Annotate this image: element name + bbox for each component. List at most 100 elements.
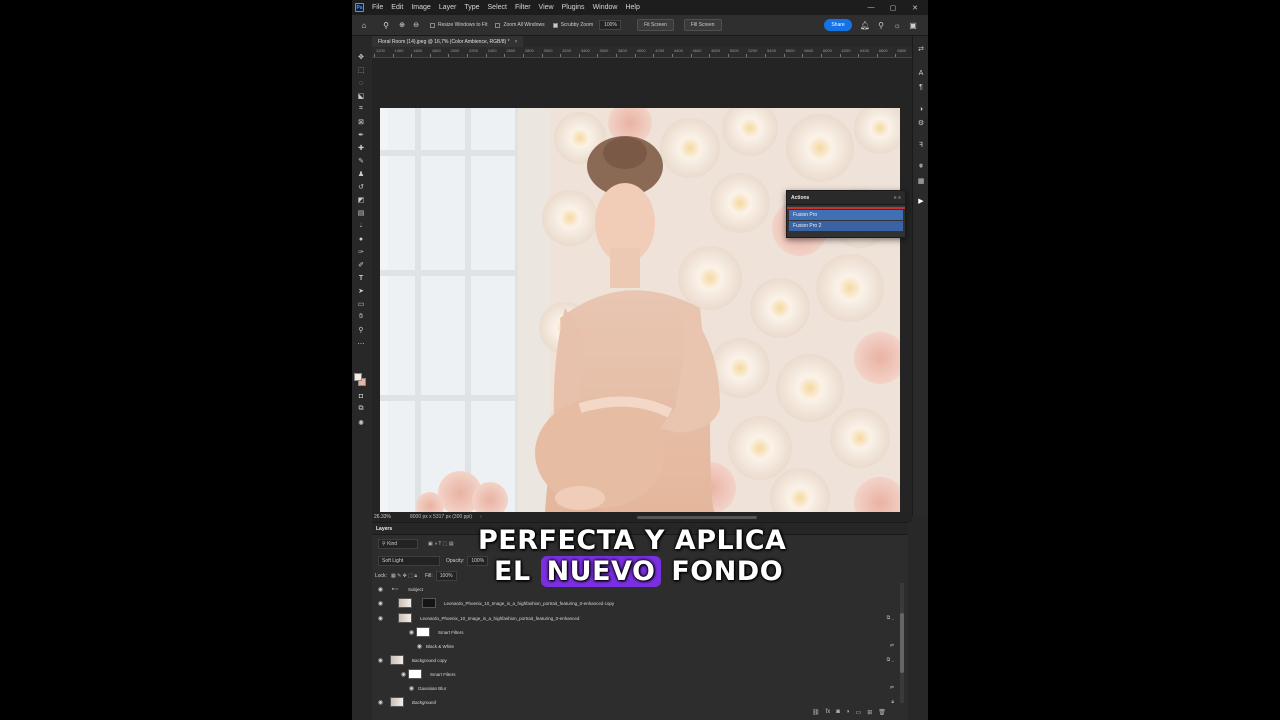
visibility-eye-icon[interactable]: ◉ xyxy=(416,643,423,650)
visibility-eye-icon[interactable]: ◉ xyxy=(377,615,384,622)
zoom-percent-field[interactable]: 100% xyxy=(599,20,622,30)
menu-layer[interactable]: Layer xyxy=(435,4,461,11)
healing-brush-tool-icon[interactable]: ✚ xyxy=(356,143,366,153)
opacity-field[interactable]: 100% xyxy=(467,556,489,566)
filter-options-icon[interactable]: ⇌ xyxy=(890,643,894,649)
crop-tool-icon[interactable]: ⌗ xyxy=(356,104,366,114)
home-icon[interactable]: ⌂ xyxy=(358,19,370,31)
eyedropper-tool-icon[interactable]: ✒ xyxy=(356,130,366,140)
actions-panel-header[interactable]: Actions » ≡ xyxy=(787,191,905,205)
visibility-eye-icon[interactable]: ◉ xyxy=(377,600,384,607)
zoom-tool-icon[interactable]: ⚲ xyxy=(380,19,392,31)
share-button[interactable]: Share xyxy=(824,19,852,31)
adjustment-layer-icon[interactable]: ◑ xyxy=(846,709,850,716)
document-image[interactable] xyxy=(380,108,900,512)
path-selection-tool-icon[interactable]: ➤ xyxy=(356,286,366,296)
blur-tool-icon[interactable]: 💧︎ xyxy=(356,221,366,231)
visibility-eye-icon[interactable]: ◉ xyxy=(377,657,384,664)
close-tab-icon[interactable]: × xyxy=(515,39,518,45)
menu-select[interactable]: Select xyxy=(484,4,511,11)
close-window-icon[interactable]: ✕ xyxy=(904,0,926,15)
zoom-all-checkbox[interactable]: Zoom All Windows xyxy=(495,22,545,28)
layer-row[interactable]: ◉ ▸▭ Subject xyxy=(372,582,900,596)
visibility-eye-icon[interactable]: ◉ xyxy=(408,685,415,692)
smart-filters-row[interactable]: ◉ Smart Filters xyxy=(372,667,900,681)
kind-filter-select[interactable]: ⚲ Kind xyxy=(378,539,418,549)
fx-icon[interactable]: fx xyxy=(826,709,831,716)
search-icon[interactable]: ⚲ xyxy=(876,20,886,30)
eraser-tool-icon[interactable]: ◩ xyxy=(356,195,366,205)
menu-filter[interactable]: Filter xyxy=(511,4,535,11)
layer-mask-thumbnail[interactable] xyxy=(422,598,436,608)
panel-toggle-icon[interactable]: ⇄ xyxy=(916,44,926,54)
new-layer-icon[interactable]: ⊞ xyxy=(867,709,872,716)
rectangle-tool-icon[interactable]: ▭ xyxy=(356,299,366,309)
layer-row[interactable]: ◉ Background 🔒︎ xyxy=(372,695,900,709)
quick-mask-icon[interactable]: ◘ xyxy=(356,391,366,401)
smart-filters-row[interactable]: ◉ Smart Filters xyxy=(372,625,900,639)
layer-row[interactable]: ◉ Leonardo_Phoenix_10_Image_is_a_highfas… xyxy=(372,596,900,610)
scrubby-zoom-checkbox[interactable]: Scrubby Zoom xyxy=(552,22,593,28)
frame-tool-icon[interactable]: ⊠ xyxy=(356,117,366,127)
menu-file[interactable]: File xyxy=(368,4,387,11)
scrollbar-thumb[interactable] xyxy=(900,613,904,673)
properties-panel-icon[interactable]: ⚙ xyxy=(916,118,926,128)
menu-help[interactable]: Help xyxy=(621,4,643,11)
menu-window[interactable]: Window xyxy=(589,4,622,11)
zoom-in-icon[interactable]: ⊕ xyxy=(396,19,408,31)
delete-layer-icon[interactable]: 🗑︎ xyxy=(878,709,886,716)
visibility-eye-icon[interactable]: ◉ xyxy=(377,699,384,706)
more-tools-icon[interactable]: ⋯ xyxy=(356,339,366,349)
discover-lightbulb-icon[interactable]: ☼ xyxy=(892,20,902,30)
filter-type-icons[interactable]: ▣ ◑ T ⬚ ▤ xyxy=(428,541,454,547)
add-mask-icon[interactable]: ◙ xyxy=(836,709,840,716)
actions-play-icon[interactable]: ▶ xyxy=(916,196,926,206)
fill-field[interactable]: 100% xyxy=(435,571,457,581)
blend-mode-select[interactable]: Soft Light xyxy=(378,556,440,566)
generative-icon[interactable]: ✺ xyxy=(356,418,366,428)
menu-type[interactable]: Type xyxy=(460,4,483,11)
glyphs-panel-icon[interactable]: ꟻ xyxy=(916,140,926,150)
resize-windows-checkbox[interactable]: Resize Windows to Fit xyxy=(430,22,487,28)
menu-image[interactable]: Image xyxy=(407,4,434,11)
marquee-tool-icon[interactable]: ⬚ xyxy=(356,65,366,75)
foreground-color-swatch[interactable] xyxy=(354,373,362,381)
menu-view[interactable]: View xyxy=(535,4,558,11)
layer-row[interactable]: ◉ Leonardo_Phoenix_10_Image_is_a_highfas… xyxy=(372,611,900,625)
horizontal-scrollbar[interactable] xyxy=(637,516,757,519)
action-item[interactable]: Fusion Pro xyxy=(789,210,903,220)
fill-screen-button[interactable]: Fill Screen xyxy=(683,19,722,31)
zoom-level[interactable]: 26.33% xyxy=(374,514,404,520)
link-layers-icon[interactable]: ⛓ xyxy=(812,709,820,716)
fit-screen-button[interactable]: Fit Screen xyxy=(637,19,674,31)
layers-scrollbar[interactable] xyxy=(900,583,904,703)
document-tab[interactable]: Floral Room (14).jpeg @ 16,7% (Color Amb… xyxy=(372,36,524,47)
clone-stamp-tool-icon[interactable]: ♟ xyxy=(356,169,366,179)
status-more-icon[interactable]: › xyxy=(480,514,482,520)
hand-tool-icon[interactable]: ✋︎ xyxy=(356,312,366,322)
paragraph-panel-icon[interactable]: ¶ xyxy=(916,82,926,92)
lasso-tool-icon[interactable]: ◌ xyxy=(356,78,366,88)
menu-plugins[interactable]: Plugins xyxy=(558,4,589,11)
object-selection-tool-icon[interactable]: ⬕ xyxy=(356,91,366,101)
filter-row[interactable]: ◉ Black & White ⇌ xyxy=(372,639,900,653)
document-info[interactable]: 8000 px x 5317 px (300 ppi) xyxy=(410,514,472,520)
layers-tab[interactable]: Layers xyxy=(372,523,908,535)
brush-tool-icon[interactable]: ✎ xyxy=(356,156,366,166)
action-item[interactable]: Fusion Pro 2 xyxy=(789,221,903,231)
filter-options-icon[interactable]: ⇌ xyxy=(890,685,894,691)
history-brush-tool-icon[interactable]: ↺ xyxy=(356,182,366,192)
maximize-icon[interactable]: ▢ xyxy=(882,0,904,15)
pen-tool-icon[interactable]: ✑ xyxy=(356,247,366,257)
adjustments-panel-icon[interactable]: ◑ xyxy=(916,104,926,114)
character-panel-icon[interactable]: A xyxy=(916,68,926,78)
channels-panel-icon[interactable]: ⩨ xyxy=(916,162,926,172)
panel-menu-icon[interactable]: » ≡ xyxy=(894,195,901,201)
type-tool-icon[interactable]: T xyxy=(356,273,366,283)
visibility-eye-icon[interactable]: ◉ xyxy=(400,671,407,678)
libraries-panel-icon[interactable]: ▦ xyxy=(916,176,926,186)
workspace-icon[interactable]: ▣ xyxy=(908,20,918,30)
screen-mode-icon[interactable]: ⧉ xyxy=(356,404,366,414)
gradient-tool-icon[interactable]: ▤ xyxy=(356,208,366,218)
minimize-icon[interactable]: — xyxy=(860,0,882,15)
